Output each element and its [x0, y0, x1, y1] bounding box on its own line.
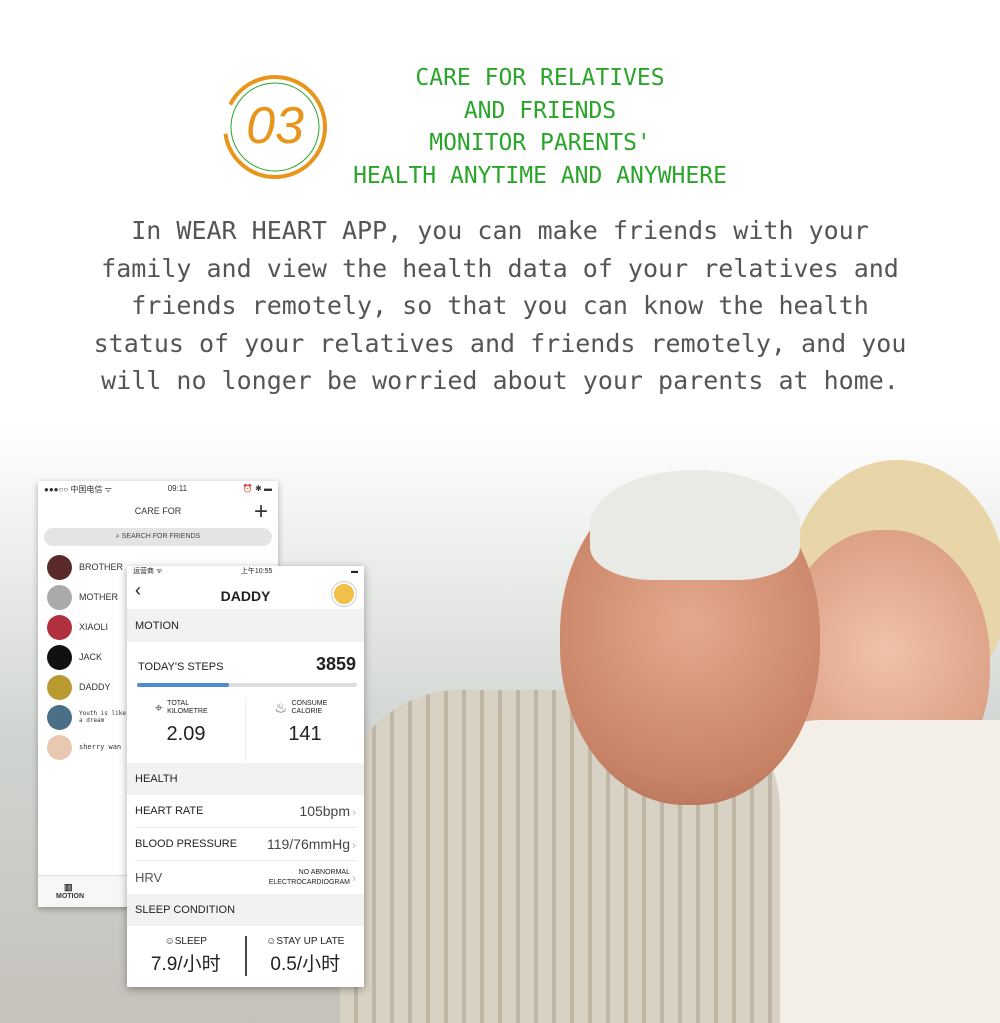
- step-number: 03: [246, 97, 304, 155]
- stat-value: 2.09: [166, 723, 206, 745]
- intro-line: friends remotely, so that you can know t…: [131, 291, 869, 320]
- row-value: NO ABNORMAL ELECTROCARDIOGRAM: [268, 868, 350, 886]
- battery-icon: ▬: [351, 568, 358, 575]
- add-friend-button[interactable]: +: [254, 498, 268, 526]
- heart-rate-row[interactable]: HEART RATE 105bpm ›: [135, 795, 356, 828]
- headline: CARE FOR RELATIVES AND FRIENDS MONITOR P…: [340, 62, 740, 192]
- chevron-right-icon: ›: [352, 838, 356, 852]
- calorie-stat: ♨ CONSUME CALORIE 141: [245, 699, 364, 763]
- carrier: ●●●○○ 中国电信 ᯤ: [44, 485, 112, 494]
- awake-face-icon: ☺: [266, 936, 277, 947]
- carrier: 运营商 ᯤ: [133, 568, 163, 575]
- friend-name: DADDY: [79, 682, 111, 692]
- section-sleep: SLEEP CONDITION: [127, 894, 364, 926]
- avatar: [47, 644, 72, 670]
- screen-title: DADDY: [220, 588, 271, 604]
- kilometre-stat: ⌖ TOTAL KILOMETRE 2.09: [127, 699, 245, 763]
- search-input[interactable]: ⌕ SEARCH FOR FRIENDS: [44, 528, 272, 546]
- steps-value: 3859: [315, 654, 356, 674]
- stat-value: 0.5/小时: [270, 954, 341, 975]
- friend-detail-screen: 运营商 ᯤ 上午10:55 ▬ ‹ DADDY MOTION TODAY'S STE…: [127, 566, 364, 987]
- clock: 上午10:55: [240, 568, 273, 575]
- row-value: 105bpm: [299, 803, 350, 819]
- intro-line: family and view the health data of your …: [101, 253, 899, 283]
- intro-line: will no longer be worried about your par…: [101, 366, 899, 395]
- clock: 09:11: [167, 484, 188, 493]
- row-label: BLOOD PRESSURE: [135, 838, 238, 850]
- avatar: [47, 614, 72, 640]
- avatar: [47, 584, 72, 610]
- steps-progress-fill: [137, 683, 230, 687]
- search-placeholder: SEARCH FOR FRIENDS: [121, 533, 201, 540]
- friend-name: Youth is like a dream: [79, 710, 126, 724]
- headline-line: MONITOR PARENTS': [429, 130, 651, 156]
- headline-line: HEALTH ANYTIME AND ANYWHERE: [353, 162, 727, 189]
- headline-line: CARE FOR RELATIVES: [415, 65, 665, 91]
- status-bar: ●●●○○ 中国电信 ᯤ 09:11 ⏰ ✱ ▬: [38, 481, 278, 498]
- intro-line: In WEAR HEART APP, you can make friends …: [131, 216, 869, 245]
- chevron-right-icon: ›: [352, 805, 356, 819]
- section-motion: MOTION: [127, 610, 364, 642]
- friend-name: BROTHER: [79, 562, 124, 572]
- avatar: [47, 554, 72, 580]
- intro-paragraph: In WEAR HEART APP, you can make friends …: [20, 212, 980, 400]
- stat-label: CONSUME CALORIE: [291, 699, 328, 715]
- friend-name: sherry wan: [79, 743, 122, 751]
- stat-label: STAY UP LATE: [276, 936, 345, 947]
- sleep-stat: ☺SLEEP 7.9/小时: [127, 936, 245, 976]
- steps-progress: [137, 683, 357, 687]
- location-icon: ⌖: [154, 699, 163, 716]
- status-icons: ⏰ ✱ ▬: [242, 484, 272, 493]
- avatar: [47, 734, 72, 760]
- sleep-face-icon: ☺: [164, 936, 175, 947]
- row-value: 119/76mmHg: [266, 836, 350, 852]
- status-bar: 运营商 ᯤ 上午10:55 ▬: [127, 566, 364, 578]
- chevron-right-icon: ›: [352, 870, 356, 885]
- avatar: [47, 674, 72, 700]
- avatar[interactable]: [332, 582, 356, 606]
- intro-line: status of your relatives and friends rem…: [93, 328, 907, 358]
- friend-name: XIAOLI: [79, 622, 109, 632]
- hrv-row[interactable]: HRV NO ABNORMAL ELECTROCARDIOGRAM ›: [135, 861, 356, 894]
- stat-value: 7.9/小时: [150, 954, 221, 975]
- stat-label: SLEEP: [174, 936, 207, 947]
- avatar: [47, 704, 72, 730]
- screen-title: CARE FOR: [134, 506, 182, 516]
- flame-icon: ♨: [274, 699, 288, 716]
- blood-pressure-row[interactable]: BLOOD PRESSURE 119/76mmHg ›: [135, 828, 356, 861]
- section-health: HEALTH: [127, 763, 364, 795]
- friend-name: MOTHER: [79, 592, 118, 602]
- row-label: HRV: [135, 870, 163, 885]
- steps-label: TODAY'S STEPS: [138, 661, 224, 673]
- friend-name: JACK: [79, 652, 103, 662]
- tab-label: MOTION: [56, 893, 84, 900]
- stay-up-late-stat: ☺STAY UP LATE 0.5/小时: [244, 936, 365, 976]
- stat-value: 141: [288, 723, 322, 745]
- headline-line: AND FRIENDS: [463, 97, 617, 124]
- couple-photo-man-hair: [590, 470, 800, 580]
- stat-label: TOTAL KILOMETRE: [167, 699, 208, 715]
- step-badge: 03: [222, 74, 328, 180]
- row-label: HEART RATE: [135, 805, 204, 817]
